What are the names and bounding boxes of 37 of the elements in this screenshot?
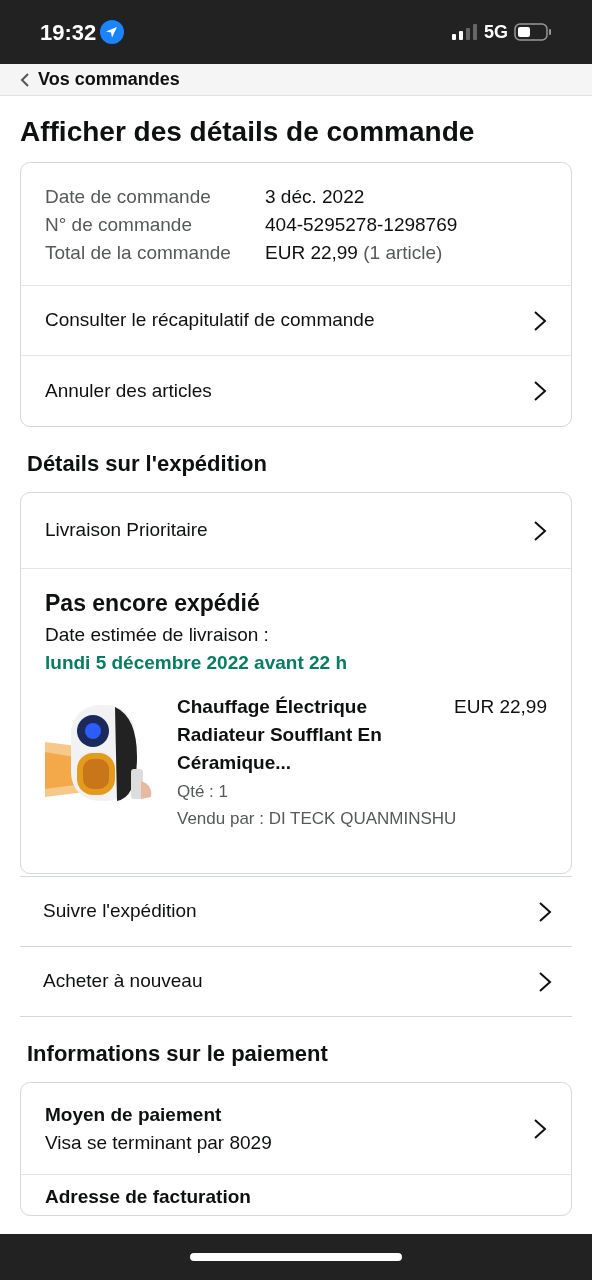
payment-row-link[interactable]: Moyen de paiement Visa se terminant par 8029 [21, 1083, 571, 1175]
order-link[interactable]: Consulter le récapitulatif de commande [21, 286, 571, 356]
shipment-action-link[interactable]: Suivre l'expédition [20, 877, 572, 947]
estimate-label: Date estimée de livraison : [45, 623, 270, 647]
page-title: Afficher des détails de commande [20, 115, 476, 149]
field-value: 3 déc. 2022 [265, 185, 365, 209]
chevron-right-icon [538, 970, 552, 993]
delivery-option-link[interactable]: Livraison Prioritaire [21, 493, 571, 569]
seller-text: Vendu par : DI TECK QUANMINSHU [177, 808, 458, 830]
status-time: 19:32 [40, 18, 97, 47]
shipment-status: Pas encore expédié [45, 589, 261, 618]
field-label: Date de commande [45, 185, 212, 209]
battery-icon [514, 23, 552, 41]
location-icon [100, 20, 125, 44]
chevron-right-icon [538, 900, 552, 923]
field-label: N° de commande [45, 213, 193, 237]
network-label: 5G [484, 20, 508, 44]
back-link[interactable]: Vos commandes [20, 66, 180, 93]
chevron-right-icon [533, 519, 547, 542]
chevron-right-icon [533, 380, 547, 402]
chevron-right-icon [533, 309, 547, 332]
estimate-date: lundi 5 décembre 2022 avant 22 h [45, 651, 349, 675]
field-value: 404-5295278-1298769 [265, 213, 458, 237]
field-value: EUR 22,99 (1 article) [265, 241, 443, 265]
section-heading: Détails sur l'expédition [26, 450, 268, 478]
chevron-left-icon [20, 72, 30, 87]
chevron-right-icon [533, 1117, 547, 1140]
product-price: EUR 22,99 [454, 695, 547, 719]
quantity-text: Qté : 1 [177, 781, 230, 803]
section-heading: Informations sur le paiement [26, 1040, 329, 1068]
order-link[interactable]: Annuler des articles [21, 356, 571, 426]
signal-icon [452, 24, 478, 40]
home-indicator[interactable] [190, 1253, 402, 1261]
product-title-link[interactable]: Chauffage Électrique Radiateur Soufflant En Céramique... [177, 693, 417, 777]
field-label: Total de la commande [45, 241, 232, 265]
payment-row-link[interactable]: Adresse de facturation [21, 1175, 571, 1215]
shipment-action-link[interactable]: Acheter à nouveau [20, 947, 572, 1017]
